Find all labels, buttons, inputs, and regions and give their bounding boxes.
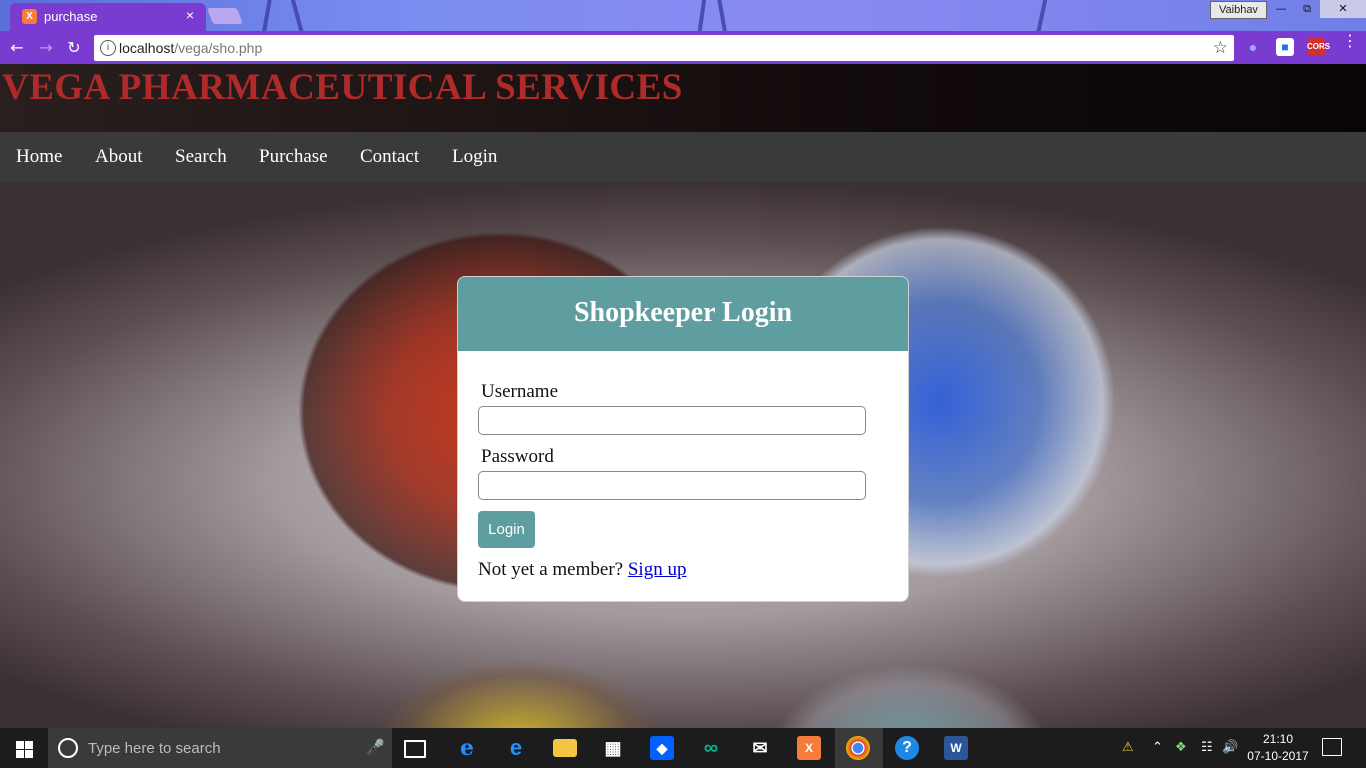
signup-link[interactable]: Sign up [628,559,687,580]
extension-puzzle-icon[interactable]: ■ [1276,38,1294,56]
nav-contact[interactable]: Contact [360,146,419,168]
internet-explorer-icon[interactable]: e [455,736,479,760]
browser-tab-strip: X purchase × Vaibhav — ⧉ ✕ [0,0,1366,31]
taskbar-search-box[interactable]: Type here to search 🎤 [48,728,392,768]
xampp-favicon-icon: X [22,9,37,24]
xampp-icon[interactable]: X [797,736,821,760]
restore-icon[interactable]: ⧉ [1294,0,1320,18]
chrome-menu-icon[interactable]: ⋮ [1342,33,1358,49]
url-text[interactable]: localhost/vega/sho.php [119,40,262,56]
dropbox-tray-icon[interactable]: ❖ [1175,740,1187,755]
signup-prompt: Not yet a member? Sign up [478,559,686,581]
login-card: Shopkeeper Login Username Password Login… [457,276,909,602]
profile-button[interactable]: Vaibhav [1210,1,1267,19]
password-input[interactable] [478,471,866,500]
window-close-icon[interactable]: ✕ [1320,0,1366,18]
back-arrow-icon[interactable]: ← [6,37,28,59]
nav-home[interactable]: Home [16,146,62,168]
arduino-icon[interactable]: ∞ [699,736,723,760]
task-view-icon[interactable] [404,740,426,758]
forward-arrow-icon[interactable]: → [35,37,57,59]
word-icon[interactable]: W [944,736,968,760]
bookmark-star-icon[interactable]: ☆ [1213,38,1228,58]
browser-toolbar: ← → ↻ i localhost/vega/sho.php ☆ ● ■ COR… [0,31,1366,64]
show-hidden-icons-icon[interactable]: ⌃ [1152,740,1163,755]
windows-taskbar: Type here to search 🎤 e e ▦ ◆ ∞ ✉ X ? W … [0,728,1366,768]
nav-purchase[interactable]: Purchase [259,146,328,168]
taskbar-search-placeholder: Type here to search [88,740,221,757]
new-tab-button[interactable] [207,8,243,24]
login-button[interactable]: Login [478,511,535,548]
volume-icon[interactable]: 🔊 [1222,740,1238,755]
tab-title: purchase [44,9,98,24]
address-bar[interactable]: i localhost/vega/sho.php ☆ [94,35,1234,61]
wallpaper-decoration [715,0,729,31]
cortana-icon [58,738,78,758]
username-input[interactable] [478,406,866,435]
store-icon[interactable]: ▦ [601,736,625,760]
login-title: Shopkeeper Login [573,297,793,328]
clock-time: 21:10 [1262,732,1294,746]
reload-icon[interactable]: ↻ [63,37,85,59]
site-info-icon[interactable]: i [100,40,116,56]
nav-about[interactable]: About [95,146,143,168]
wallpaper-decoration [260,0,274,31]
chrome-icon[interactable] [846,736,870,760]
dropbox-icon[interactable]: ◆ [650,736,674,760]
password-label: Password [481,446,554,467]
minimize-icon[interactable]: — [1268,0,1294,18]
clock-date: 07-10-2017 [1247,749,1309,763]
microphone-icon[interactable]: 🎤 [366,738,385,756]
site-header: VEGA PHARMACEUTICAL SERVICES [0,64,1366,132]
browser-tab[interactable]: X purchase × [10,3,206,31]
web-page: VEGA PHARMACEUTICAL SERVICES Home About … [0,64,1366,728]
cors-extension-icon[interactable]: CORS [1307,38,1330,56]
wallpaper-decoration [288,0,306,31]
file-explorer-icon[interactable] [553,739,577,757]
wallpaper-decoration [1034,0,1050,31]
member-text: Not yet a member? [478,559,624,580]
site-brand: VEGA PHARMACEUTICAL SERVICES [2,67,683,108]
warning-tray-icon[interactable]: ⚠ [1122,740,1134,755]
microphone-extension-icon[interactable]: ● [1244,38,1262,56]
site-navbar: Home About Search Purchase Contact Login [0,132,1366,182]
login-card-header: Shopkeeper Login [458,277,908,351]
username-label: Username [481,381,559,402]
help-icon[interactable]: ? [895,736,919,760]
edge-icon[interactable]: e [504,736,528,760]
mail-icon[interactable]: ✉ [748,736,772,760]
taskbar-clock[interactable]: 21:10 07-10-2017 [1240,731,1316,765]
nav-login[interactable]: Login [452,146,497,168]
action-center-icon[interactable] [1322,738,1342,756]
tab-close-icon[interactable]: × [186,7,194,23]
nav-search[interactable]: Search [175,146,227,168]
windows-start-icon[interactable] [0,728,48,768]
wallpaper-decoration [696,0,708,31]
window-controls: — ⧉ ✕ [1268,0,1366,18]
wifi-icon[interactable]: ☷ [1201,740,1213,755]
